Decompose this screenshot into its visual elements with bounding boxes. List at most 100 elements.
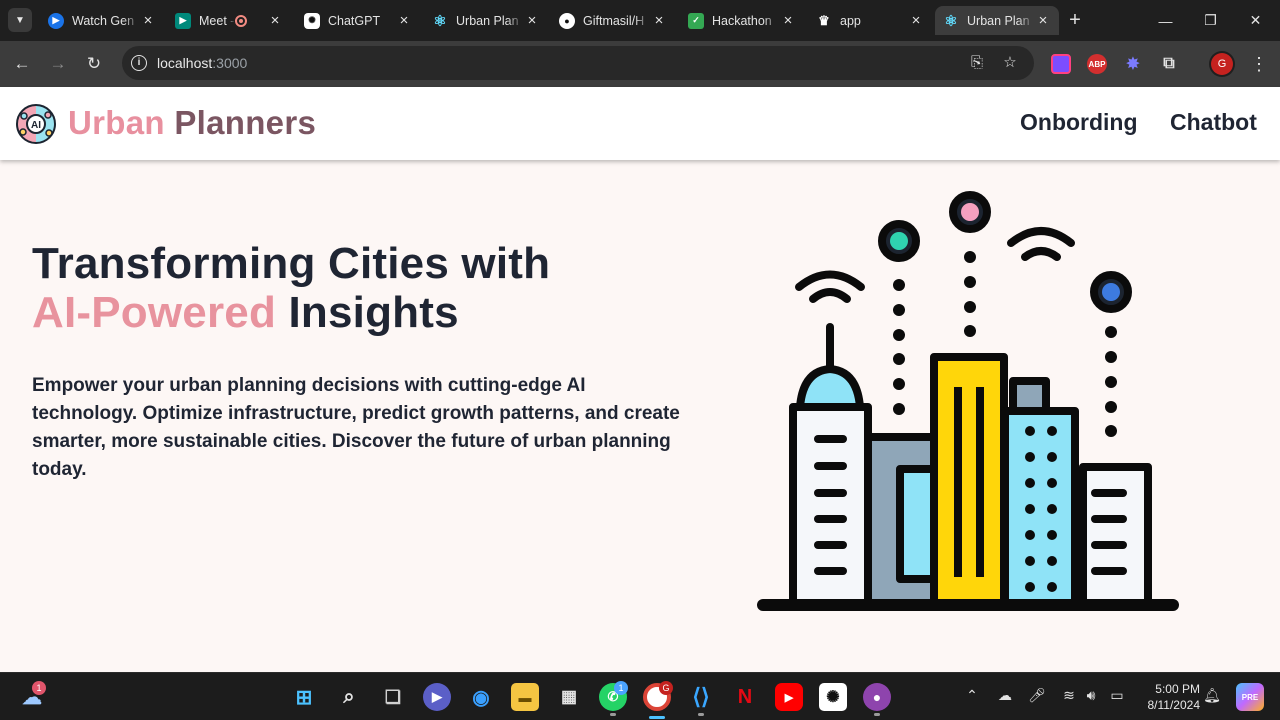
brand-title[interactable]: Urban Planners (68, 104, 316, 142)
file-explorer-icon[interactable]: ▬ (511, 683, 539, 711)
hero-title-line2: Insights (276, 288, 459, 337)
tab-close-icon[interactable]: × (524, 12, 540, 29)
tab-title: ChatGPT (328, 13, 381, 28)
logo-text: AI (31, 120, 41, 131)
taskbar-clock[interactable]: 5:00 PM 8/11/2024 (1138, 681, 1201, 713)
tab-hackathon[interactable]: ✓ Hackathon × (680, 6, 804, 35)
weather-badge: 1 (32, 681, 46, 695)
brand-word-planners: Planners (174, 104, 317, 141)
site-info-icon[interactable]: i (131, 55, 147, 71)
tab-title: Urban Plan (967, 13, 1030, 28)
wifi-icon[interactable]: ≋ (1060, 687, 1078, 704)
tab-watch[interactable]: ▶ Watch Gen × (40, 6, 164, 35)
hero-title-accent: AI-Powered (32, 288, 277, 337)
url-host: localhost (157, 55, 213, 71)
tab-github[interactable]: ● Giftmasil/H × (551, 6, 675, 35)
tab-urban-planners-1[interactable]: ⚛ Urban Plan × (424, 6, 548, 35)
task-view-icon[interactable]: ❏ (379, 683, 407, 711)
react-icon: ⚛ (433, 12, 447, 30)
notification-bell-icon[interactable]: 🔔︎ (1203, 687, 1221, 704)
nav-link-onboarding[interactable]: Onbording (1020, 109, 1138, 136)
react-icon: ⚛ (944, 12, 958, 30)
youtube-icon[interactable]: ▶ (775, 683, 803, 711)
minimize-icon[interactable]: — (1143, 0, 1188, 41)
tab-chatgpt[interactable]: ✺ ChatGPT × (296, 6, 420, 35)
hackathon-icon: ✓ (688, 12, 704, 29)
browser-toolbar: ← → ↻ i localhost:3000 ⎘ ☆ ABP ✸ ⧉ G ⋮ (0, 41, 1280, 87)
restore-icon[interactable]: ❐ (1188, 0, 1233, 41)
reload-icon[interactable]: ↻ (82, 52, 106, 76)
tab-title: app (840, 13, 861, 28)
tab-search-chevron-icon[interactable]: ▼ (8, 8, 32, 32)
tab-close-icon[interactable]: × (267, 12, 283, 29)
tab-close-icon[interactable]: × (780, 12, 796, 29)
github-running-indicator (874, 713, 880, 716)
edge-browser-icon[interactable]: ◉ (467, 683, 495, 711)
chrome-profile-badge: G (659, 681, 673, 695)
hero-description: Empower your urban planning decisions wi… (32, 375, 680, 480)
new-tab-plus-icon[interactable]: + (1065, 10, 1085, 30)
tab-title: Urban Plan (456, 13, 519, 28)
address-bar[interactable]: i localhost:3000 ⎘ ☆ (122, 46, 1034, 80)
tab-title: Meet - (199, 13, 235, 28)
vscode-running-indicator (698, 713, 704, 716)
profile-avatar[interactable]: G (1211, 53, 1233, 75)
tab-close-icon[interactable]: × (140, 12, 156, 29)
tab-close-icon[interactable]: × (1035, 12, 1051, 29)
tab-title: Watch Gen (72, 13, 135, 28)
whatsapp-running-indicator (610, 713, 616, 716)
tab-title: Hackathon (712, 13, 772, 28)
onedrive-cloud-icon[interactable]: ☁ (996, 687, 1014, 704)
netflix-icon[interactable]: N (731, 683, 759, 711)
recording-icon (235, 14, 247, 27)
back-arrow-icon[interactable]: ← (10, 52, 34, 76)
menu-kebab-icon[interactable]: ⋮ (1250, 52, 1268, 76)
play-circle-icon: ▶ (48, 12, 64, 29)
adblock-plus-icon[interactable]: ABP (1087, 54, 1107, 74)
tray-chevron-up-icon[interactable]: ⌃ (963, 687, 981, 704)
hero-title: Transforming Cities with AI-Powered Insi… (32, 239, 550, 337)
hero-title-line1: Transforming Cities with (32, 239, 551, 288)
extensions-puzzle-icon[interactable]: ⧉ (1159, 54, 1179, 74)
forward-arrow-icon[interactable]: → (46, 52, 70, 76)
vscode-icon[interactable]: ⟨⟩ (687, 683, 715, 711)
brain-ai-logo-icon[interactable]: AI (15, 103, 57, 145)
url-port: :3000 (212, 55, 248, 71)
browser-tab-strip: ▼ ▶ Watch Gen × ▶ Meet - × ✺ ChatGPT × ⚛… (0, 0, 1280, 41)
smart-city-illustration (757, 191, 1179, 611)
install-app-icon[interactable]: ⎘ (968, 54, 986, 72)
window-close-icon[interactable]: ✕ (1233, 0, 1278, 41)
tab-close-icon[interactable]: × (651, 12, 667, 29)
github-desktop-icon[interactable]: ● (863, 683, 891, 711)
tab-app[interactable]: ♛ app × (808, 6, 932, 35)
url-text[interactable]: localhost:3000 (157, 55, 247, 71)
crown-icon: ♛ (818, 12, 830, 28)
teams-meet-icon[interactable]: ▶ (423, 683, 451, 711)
tab-meet[interactable]: ▶ Meet - × (167, 6, 291, 35)
extension-burst-icon[interactable]: ✸ (1123, 54, 1143, 74)
chatgpt-app-icon[interactable]: ✺ (819, 683, 847, 711)
microphone-icon[interactable]: 🎤︎ (1028, 687, 1046, 704)
windows-start-icon[interactable]: ⊞ (290, 683, 318, 711)
site-header: AI Urban Planners Onbording Chatbot (0, 87, 1280, 160)
tab-title: Giftmasil/H (583, 13, 645, 28)
extension-color-icon[interactable] (1051, 54, 1071, 74)
battery-icon[interactable]: ▭ (1108, 687, 1126, 704)
microsoft-store-icon[interactable]: ▦ (555, 683, 583, 711)
clock-date: 8/11/2024 (1147, 698, 1201, 712)
meet-icon: ▶ (175, 12, 191, 29)
copilot-icon[interactable]: PRE (1236, 683, 1264, 711)
clock-time: 5:00 PM (1155, 682, 1200, 696)
github-icon: ● (559, 12, 575, 29)
nav-link-chatbot[interactable]: Chatbot (1170, 109, 1257, 136)
search-icon[interactable]: ⌕ (335, 683, 363, 711)
chrome-active-indicator (649, 716, 665, 719)
tab-close-icon[interactable]: × (396, 12, 412, 29)
tab-close-icon[interactable]: × (908, 12, 924, 29)
bookmark-star-icon[interactable]: ☆ (1001, 54, 1019, 72)
tab-urban-planners-active[interactable]: ⚛ Urban Plan × (935, 6, 1059, 35)
whatsapp-badge: 1 (614, 681, 628, 695)
brand-word-urban: Urban (68, 104, 165, 141)
windows-taskbar: ☁ 1 ⊞ ⌕ ❏ ▶ ◉ ▬ ▦ ✆ 1 G ⟨⟩ N ▶ ✺ ● ⌃ ☁ 🎤… (0, 672, 1280, 720)
volume-icon[interactable]: 🔊︎ (1082, 687, 1100, 704)
